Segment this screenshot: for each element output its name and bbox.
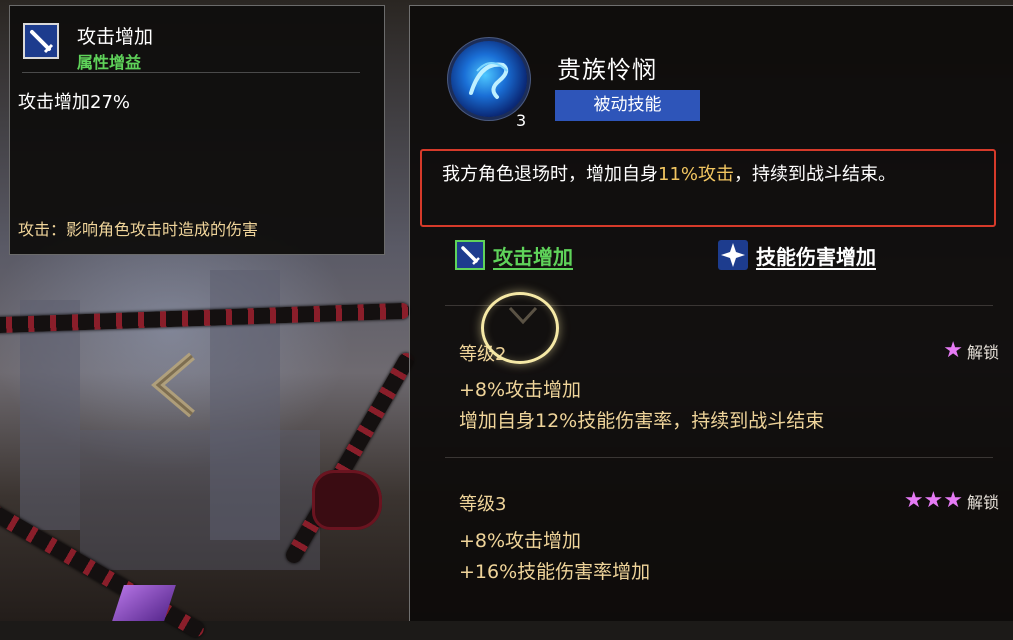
- level-3-effect: +16%技能伤害率增加: [459, 561, 651, 583]
- level-2-unlock: ★ 解锁: [943, 339, 999, 363]
- skill-name: 贵族怜悯: [557, 56, 657, 84]
- description-text: 我方角色退场时，增加自身: [442, 164, 658, 185]
- tooltip-description: 攻击：影响角色攻击时造成的伤害: [18, 220, 259, 239]
- tag-label: 攻击增加: [493, 244, 573, 269]
- level-2-effect: 增加自身12%技能伤害率，持续到战斗结束: [459, 410, 825, 432]
- description-text: ，持续到战斗结束。: [734, 164, 897, 185]
- sparkle-icon: [718, 240, 748, 270]
- skill-level-number: 3: [516, 111, 527, 130]
- star-icon: ★★★: [903, 488, 963, 513]
- tag-skill-damage-increase[interactable]: 技能伤害增加: [718, 238, 876, 272]
- skill-swirl-icon: [451, 41, 527, 117]
- level-2-effect: +8%攻击增加: [459, 379, 582, 401]
- description-highlight: 11%攻击: [658, 164, 735, 185]
- sword-icon: [23, 23, 59, 59]
- chevron-down-icon: [508, 306, 538, 325]
- tooltip-title: 攻击增加: [77, 26, 154, 48]
- tag-attack-increase[interactable]: 攻击增加: [455, 238, 573, 272]
- unlock-label: 解锁: [966, 343, 999, 362]
- tooltip-divider: [22, 72, 360, 73]
- tooltip-subtitle: 属性增益: [77, 53, 142, 72]
- chevron-left-icon[interactable]: [148, 350, 208, 420]
- tooltip-value: 攻击增加27%: [18, 92, 131, 113]
- character-glove: [312, 470, 382, 530]
- divider: [445, 457, 993, 458]
- level-3-title: 等级3: [459, 494, 507, 515]
- skill-type-badge: 被动技能: [555, 90, 700, 121]
- unlock-label: 解锁: [966, 493, 999, 512]
- level-3-unlock: ★★★ 解锁: [904, 489, 999, 513]
- tag-label: 技能伤害增加: [756, 244, 876, 269]
- castle-tower: [20, 300, 80, 530]
- castle-wall: [80, 430, 320, 570]
- level-3-effect: +8%攻击增加: [459, 530, 582, 552]
- sword-icon: [455, 240, 485, 270]
- star-icon: ★: [943, 338, 963, 363]
- skill-description: 我方角色退场时，增加自身11%攻击，持续到战斗结束。: [442, 158, 990, 191]
